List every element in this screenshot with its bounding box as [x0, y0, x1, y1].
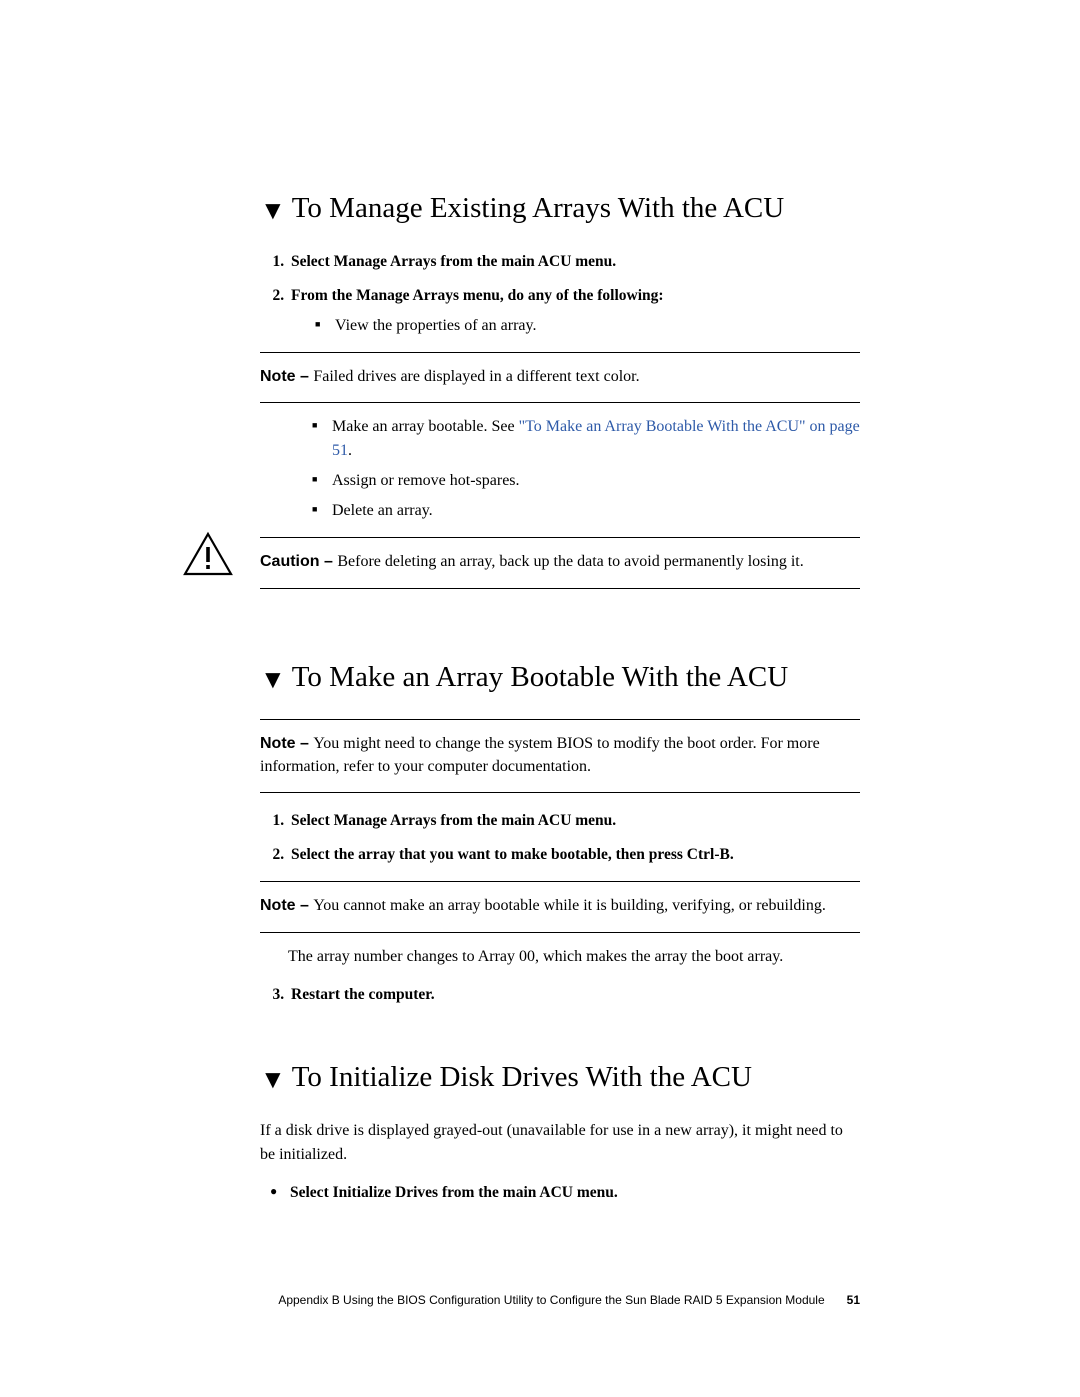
list-item: Select Initialize Drives from the main A… — [274, 1181, 860, 1204]
divider — [260, 588, 860, 589]
intro-paragraph: If a disk drive is displayed grayed-out … — [260, 1119, 860, 1167]
triangle-down-icon: ▼ — [260, 198, 286, 224]
list-item: Delete an array. — [316, 499, 860, 523]
divider — [260, 719, 860, 720]
steps-list: Restart the computer. — [260, 983, 860, 1007]
step-item: Select the array that you want to make b… — [288, 843, 860, 867]
list-item: Make an array bootable. See "To Make an … — [316, 415, 860, 463]
triangle-down-icon: ▼ — [260, 1067, 286, 1093]
note-block: Note – You cannot make an array bootable… — [260, 894, 860, 917]
heading-text: To Make an Array Bootable With the ACU — [292, 661, 788, 693]
note-label: Note – — [260, 735, 313, 752]
page-footer: Appendix B Using the BIOS Configuration … — [0, 1293, 1080, 1307]
caution-row: Caution – Before deleting an array, back… — [260, 537, 860, 588]
list-item: View the properties of an array. — [319, 314, 860, 338]
triangle-down-icon: ▼ — [260, 667, 286, 693]
divider — [260, 352, 860, 353]
step-item: Select Manage Arrays from the main ACU m… — [288, 809, 860, 833]
footer-text: Appendix B Using the BIOS Configuration … — [278, 1293, 824, 1307]
list-item: Assign or remove hot-spares. — [316, 469, 860, 493]
heading-bootable-array: ▼To Make an Array Bootable With the ACU — [260, 659, 860, 695]
note-block: Note – You might need to change the syst… — [260, 732, 860, 778]
heading-text: To Initialize Disk Drives With the ACU — [292, 1061, 752, 1093]
divider — [260, 792, 860, 793]
divider — [260, 932, 860, 933]
divider — [260, 402, 860, 403]
caution-block: Caution – Before deleting an array, back… — [260, 550, 860, 573]
caution-label: Caution – — [260, 553, 337, 570]
step-item: Select Manage Arrays from the main ACU m… — [288, 250, 860, 274]
note-label: Note – — [260, 897, 313, 914]
divider — [260, 881, 860, 882]
bullet-list: Select Initialize Drives from the main A… — [260, 1181, 860, 1204]
result-text: The array number changes to Array 00, wh… — [288, 945, 860, 969]
steps-list: Select Manage Arrays from the main ACU m… — [260, 809, 860, 867]
divider — [260, 537, 860, 538]
steps-list: Select Manage Arrays from the main ACU m… — [260, 250, 860, 338]
caution-icon — [182, 531, 234, 582]
heading-manage-arrays: ▼To Manage Existing Arrays With the ACU — [260, 190, 860, 226]
heading-text: To Manage Existing Arrays With the ACU — [292, 192, 784, 224]
sub-list: View the properties of an array. — [291, 314, 860, 338]
note-block: Note – Failed drives are displayed in a … — [260, 365, 860, 388]
step-item: From the Manage Arrays menu, do any of t… — [288, 284, 860, 338]
document-page: ▼To Manage Existing Arrays With the ACU … — [0, 0, 1080, 1397]
page-number: 51 — [847, 1293, 860, 1307]
note-label: Note – — [260, 368, 313, 385]
sub-list-cont: Make an array bootable. See "To Make an … — [260, 415, 860, 523]
heading-initialize-drives: ▼To Initialize Disk Drives With the ACU — [260, 1059, 860, 1095]
step-item: Restart the computer. — [288, 983, 860, 1007]
